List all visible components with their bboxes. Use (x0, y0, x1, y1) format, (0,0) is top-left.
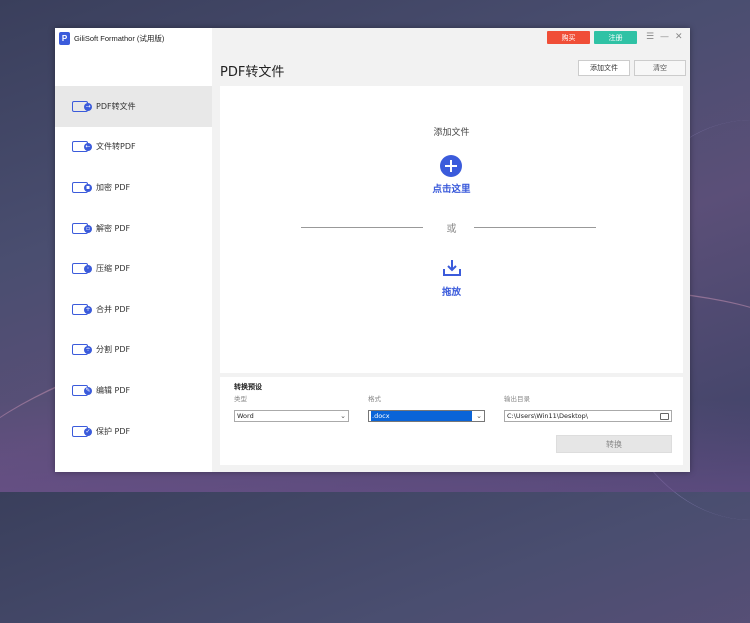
add-circle-icon[interactable] (440, 155, 462, 177)
settings-title: 转换预设 (234, 383, 262, 391)
sidebar-item-label: 文件转PDF (96, 142, 136, 152)
divider-right (474, 227, 596, 228)
register-button[interactable]: 注册 (594, 31, 637, 44)
download-tray-icon (443, 260, 461, 276)
type-label: 类型 (234, 395, 247, 403)
compress-icon: ◦ (72, 263, 92, 275)
close-icon[interactable]: ✕ (675, 31, 683, 43)
clear-button[interactable]: 清空 (634, 60, 686, 76)
page-title: PDF转文件 (220, 65, 285, 80)
sidebar-item-label: PDF转文件 (96, 101, 136, 111)
sidebar-item-decrypt[interactable]: ▫ 解密 PDF (55, 208, 212, 249)
type-select[interactable]: Word ⌄ (234, 410, 349, 422)
sidebar: P GiliSoft Formathor (试用版) → PDF转文件 ← 文件… (55, 28, 212, 472)
type-value: Word (237, 412, 254, 420)
sidebar-item-compress[interactable]: ◦ 压缩 PDF (55, 248, 212, 289)
app-brand: P GiliSoft Formathor (试用版) (59, 32, 164, 45)
output-label: 输出目录 (504, 395, 530, 403)
minimize-icon[interactable]: — (660, 31, 669, 43)
add-file-button[interactable]: 添加文件 (578, 60, 630, 76)
format-value: .docx (371, 411, 472, 421)
unlock-icon: ▫ (72, 222, 92, 234)
output-path-input[interactable]: C:\Users\Win11\Desktop\ (504, 410, 672, 422)
sidebar-item-encrypt[interactable]: ▪ 加密 PDF (55, 167, 212, 208)
sidebar-item-pdf-to-file[interactable]: → PDF转文件 (55, 86, 212, 127)
or-label: 或 (446, 224, 457, 235)
chevron-down-icon: ⌄ (340, 412, 346, 420)
menu-icon[interactable]: ☰ (646, 31, 654, 43)
sidebar-nav: → PDF转文件 ← 文件转PDF ▪ 加密 PDF ▫ 解密 PDF ◦ 压缩… (55, 86, 212, 451)
file-to-pdf-icon: ← (72, 141, 92, 153)
split-icon: ÷ (72, 344, 92, 356)
app-window: P GiliSoft Formathor (试用版) → PDF转文件 ← 文件… (55, 28, 690, 472)
sidebar-item-file-to-pdf[interactable]: ← 文件转PDF (55, 127, 212, 168)
sidebar-item-label: 加密 PDF (96, 182, 131, 192)
conversion-settings: 转换预设 类型 Word ⌄ 格式 .docx ⌄ 输出目录 C:\Users\… (220, 377, 683, 465)
app-title: GiliSoft Formathor (试用版) (74, 34, 165, 43)
merge-icon: + (72, 303, 92, 315)
titlebar: 购买 注册 ☰ — ✕ (212, 28, 690, 50)
convert-button[interactable]: 转换 (556, 435, 672, 453)
sidebar-item-split[interactable]: ÷ 分割 PDF (55, 330, 212, 371)
format-label: 格式 (368, 395, 381, 403)
click-here-link[interactable]: 点击这里 (220, 181, 683, 195)
edit-icon: ✎ (72, 384, 92, 396)
pdf-to-file-icon: → (72, 100, 92, 112)
sidebar-item-edit[interactable]: ✎ 编辑 PDF (55, 370, 212, 411)
sidebar-item-label: 保护 PDF (96, 426, 131, 436)
buy-button[interactable]: 购买 (547, 31, 590, 44)
output-path-value: C:\Users\Win11\Desktop\ (507, 412, 588, 420)
sidebar-item-label: 合并 PDF (96, 304, 131, 314)
chevron-down-icon: ⌄ (476, 412, 482, 420)
protect-icon: ✓ (72, 425, 92, 437)
sidebar-item-label: 编辑 PDF (96, 385, 131, 395)
folder-icon[interactable] (660, 413, 669, 420)
dropzone-title: 添加文件 (433, 128, 470, 138)
file-dropzone[interactable]: 添加文件 点击这里 或 拖放 (220, 86, 683, 373)
format-select[interactable]: .docx ⌄ (368, 410, 485, 422)
sidebar-item-label: 解密 PDF (96, 223, 131, 233)
sidebar-item-label: 分割 PDF (96, 345, 131, 355)
app-logo-icon: P (59, 32, 70, 45)
sidebar-item-label: 压缩 PDF (96, 264, 131, 274)
sidebar-item-merge[interactable]: + 合并 PDF (55, 289, 212, 330)
drag-drop-label: 拖放 (441, 287, 461, 298)
sidebar-item-protect[interactable]: ✓ 保护 PDF (55, 411, 212, 452)
lock-icon: ▪ (72, 181, 92, 193)
